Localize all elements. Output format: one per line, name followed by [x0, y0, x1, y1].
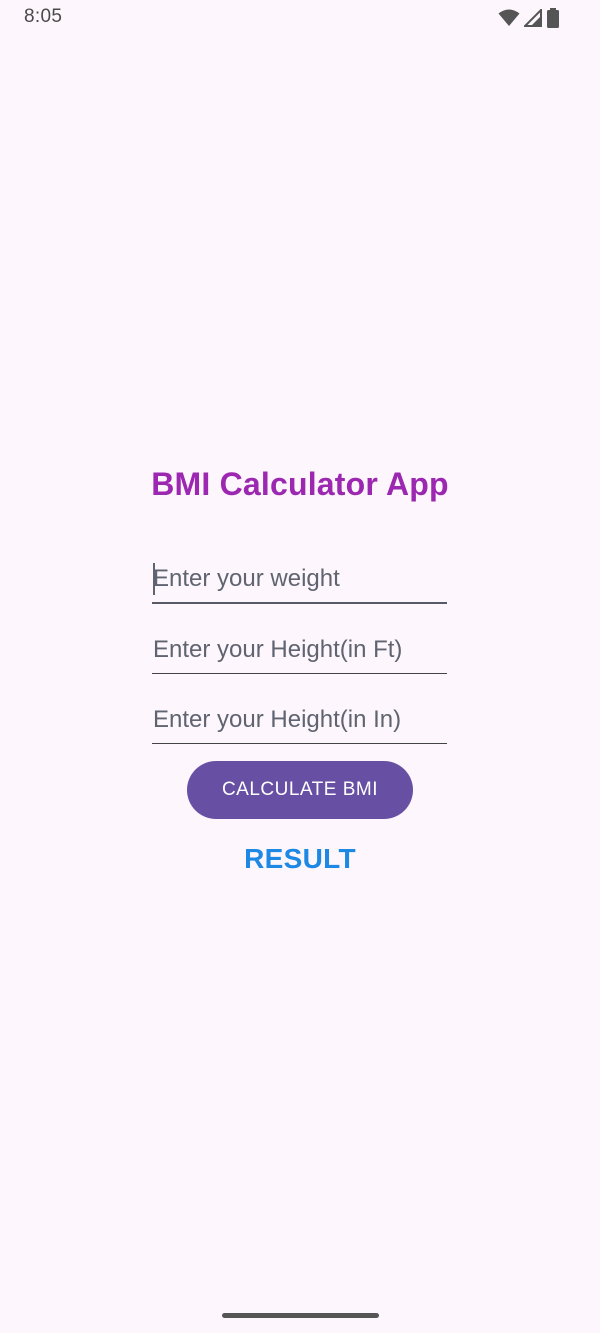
- weight-input[interactable]: [152, 560, 447, 604]
- app-title: BMI Calculator App: [151, 466, 449, 502]
- status-time: 8:05: [24, 6, 63, 27]
- battery-icon: [547, 8, 559, 28]
- wifi-icon: [498, 9, 520, 26]
- status-bar: 8:05: [0, 0, 600, 36]
- height-ft-input[interactable]: [152, 630, 447, 674]
- home-indicator[interactable]: [222, 1313, 379, 1318]
- text-cursor: [153, 563, 155, 595]
- result-text: RESULT: [244, 843, 356, 874]
- height-in-input[interactable]: [152, 700, 447, 744]
- status-icons: [498, 8, 560, 28]
- calculate-bmi-button[interactable]: CALCULATE BMI: [187, 761, 413, 819]
- cellular-signal-icon: [524, 9, 542, 27]
